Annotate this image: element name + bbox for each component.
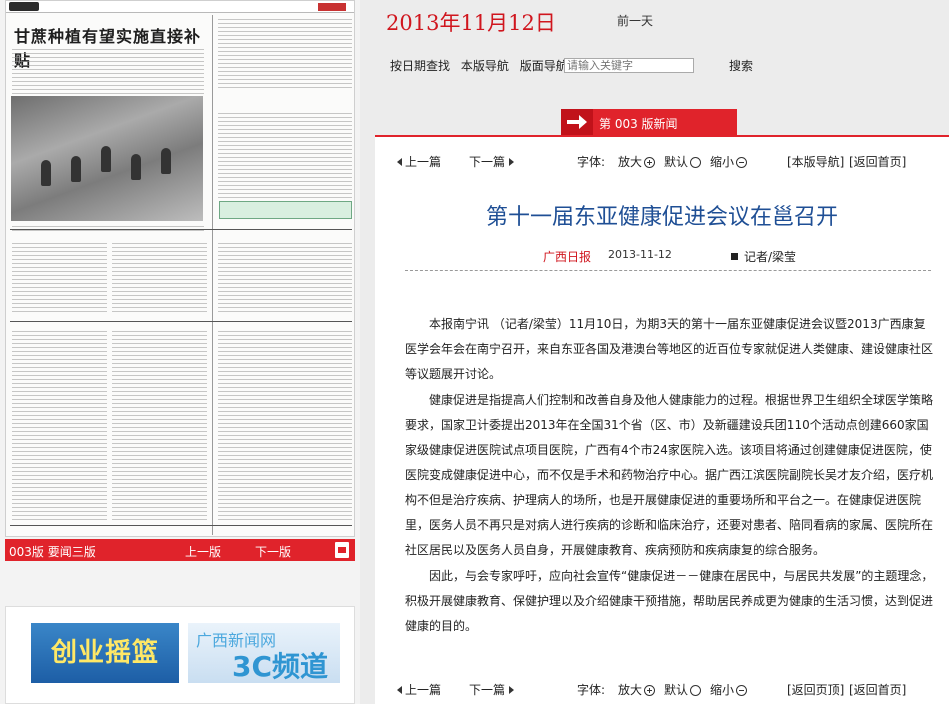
return-home-link[interactable]: [返回首页] — [849, 681, 906, 698]
article-body: 本报南宁讯 （记者/梁莹）11月10日，为期3天的第十一届东亚健康促进会议暨20… — [405, 312, 935, 640]
newspaper-page-thumbnail[interactable]: 甘蔗种植有望实施直接补贴 — [5, 0, 355, 537]
search-input[interactable] — [564, 58, 694, 73]
font-default-button[interactable]: 默认 — [664, 681, 702, 698]
section-nav-link[interactable]: 本版导航 — [461, 59, 509, 73]
minus-circle-icon — [736, 157, 748, 168]
triangle-left-icon — [397, 686, 402, 694]
article-text-block[interactable] — [218, 243, 352, 313]
article-text-block[interactable] — [112, 331, 207, 521]
current-page-label: 003版 要闻三版 — [9, 545, 96, 559]
issue-date: 2013年11月12日 — [386, 11, 556, 35]
prev-page-link[interactable]: 上一版 — [185, 543, 221, 560]
article-text-block[interactable] — [12, 49, 204, 94]
article-text-block[interactable] — [218, 331, 352, 521]
page: 甘蔗种植有望实施直接补贴 003版 — [0, 0, 949, 704]
article-toolbar-bottom: 上一篇 下一篇 字体: 放大 默认 缩小 [返回页顶] [返回首页] — [375, 677, 949, 699]
article-title: 第十一届东亚健康促进会议在邕召开 — [485, 205, 838, 230]
font-large-button[interactable]: 放大 — [618, 153, 656, 170]
font-small-button[interactable]: 缩小 — [710, 153, 748, 170]
font-label: 字体: — [577, 683, 606, 697]
masthead-mark — [318, 3, 346, 11]
3c-channel-banner[interactable]: 广西新闻网 3C频道 — [188, 623, 340, 683]
article-text-block[interactable] — [218, 113, 352, 199]
next-article-link[interactable]: 下一篇 — [469, 153, 517, 170]
arrow-right-icon — [561, 109, 593, 135]
triangle-right-icon — [508, 686, 514, 694]
section-nav-link-2[interactable]: [本版导航] — [787, 153, 844, 170]
plus-circle-icon — [644, 685, 656, 696]
chuangye-banner[interactable]: 创业摇篮 — [31, 623, 179, 683]
article-text-block[interactable] — [218, 19, 352, 89]
search-button[interactable]: 搜索 — [729, 57, 753, 74]
article-date: 2013-11-12 — [608, 248, 672, 261]
article-text-block[interactable] — [112, 243, 207, 313]
page-headline[interactable]: 甘蔗种植有望实施直接补贴 — [14, 23, 204, 70]
meta-divider — [405, 270, 931, 271]
return-home-link[interactable]: [返回首页] — [849, 153, 906, 170]
page-nav-link[interactable]: 版面导航 — [520, 59, 568, 73]
article-text-block[interactable] — [12, 331, 107, 521]
ad-strip[interactable] — [219, 201, 352, 219]
article-text-block[interactable] — [12, 243, 107, 313]
font-small-button[interactable]: 缩小 — [710, 681, 748, 698]
left-panel: 甘蔗种植有望实施直接补贴 003版 — [0, 0, 360, 704]
prev-article-link[interactable]: 上一篇 — [397, 153, 441, 170]
triangle-right-icon — [508, 158, 514, 166]
back-to-top-link[interactable]: [返回页顶] — [787, 681, 844, 698]
circle-icon — [690, 685, 702, 696]
article-paragraph: 本报南宁讯 （记者/梁莹）11月10日，为期3天的第十一届东亚健康促进会议暨20… — [405, 317, 934, 381]
article-panel: 上一篇 下一篇 字体: 放大 默认 缩小 [本版导航] [返回首页] 第十一届东… — [375, 137, 949, 704]
font-label: 字体: — [577, 155, 606, 169]
circle-icon — [690, 157, 702, 168]
page-nav-bar: 003版 要闻三版 上一版 下一版 — [5, 539, 355, 561]
banner-area: 创业摇篮 广西新闻网 3C频道 — [5, 606, 355, 704]
article-toolbar-top: 上一篇 下一篇 字体: 放大 默认 缩小 [本版导航] [返回首页] — [375, 149, 949, 171]
article-paragraph: 健康促进是指提高人们控制和改善自身及他人健康能力的过程。根据世界卫生组织全球医学… — [405, 393, 934, 557]
plus-circle-icon — [644, 157, 656, 168]
prev-day-link[interactable]: 前一天 — [617, 12, 653, 29]
next-article-link[interactable]: 下一篇 — [469, 681, 517, 698]
article-source: 广西日报 — [543, 250, 592, 264]
news-photo[interactable] — [11, 96, 203, 221]
masthead — [6, 1, 354, 13]
minus-circle-icon — [736, 685, 748, 696]
section-tab[interactable]: 第 003 版新闻 — [561, 109, 737, 135]
top-links: 按日期查找 本版导航 版面导航 — [390, 57, 575, 74]
pdf-icon[interactable] — [335, 542, 349, 558]
font-large-button[interactable]: 放大 — [618, 681, 656, 698]
prev-article-link[interactable]: 上一篇 — [397, 681, 441, 698]
font-default-button[interactable]: 默认 — [664, 153, 702, 170]
banner-channel-name: 3C频道 — [232, 650, 329, 683]
next-page-link[interactable]: 下一版 — [255, 543, 291, 560]
section-tab-label: 第 003 版新闻 — [599, 117, 678, 131]
triangle-left-icon — [397, 158, 402, 166]
newspaper-logo — [9, 2, 39, 11]
article-paragraph: 因此，与会专家呼吁，应向社会宣传“健康促进－－健康在居民中，与居民共发展”的主题… — [405, 569, 934, 633]
article-author: 记者/梁莹 — [731, 248, 796, 265]
find-by-date-link[interactable]: 按日期查找 — [390, 59, 450, 73]
